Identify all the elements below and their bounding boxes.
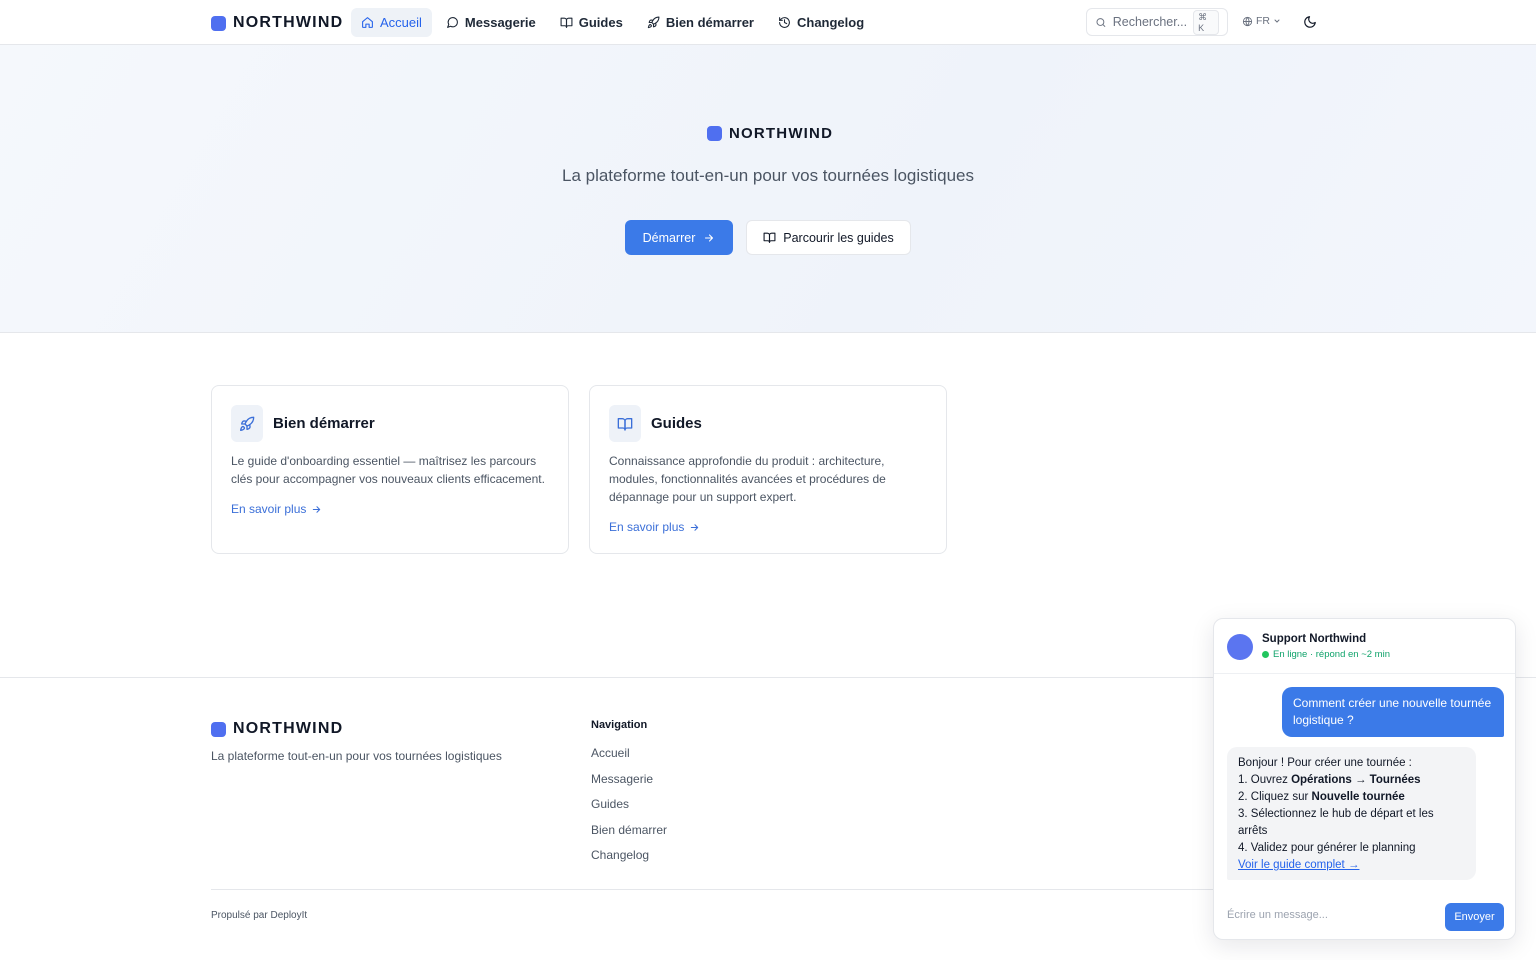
hero-tagline: La plateforme tout-en-un pour vos tourné… bbox=[561, 166, 975, 185]
book-icon bbox=[560, 17, 573, 28]
chat-message-input[interactable]: Écrire un message... bbox=[1227, 909, 1328, 921]
logo-square-icon bbox=[211, 15, 226, 31]
brand-logo[interactable]: NORTHWIND bbox=[211, 14, 343, 32]
send-button[interactable]: Envoyer bbox=[1445, 903, 1504, 931]
browse-guides-label: Parcourir les guides bbox=[783, 230, 894, 245]
brand-name: NORTHWIND bbox=[233, 14, 344, 31]
history-icon bbox=[779, 17, 790, 28]
online-status-dot-icon bbox=[1262, 651, 1269, 658]
bot-step-4: 4. Validez pour générer le planning bbox=[1238, 842, 1416, 854]
nav-label: Bien démarrer bbox=[665, 15, 754, 30]
nav-item-guides[interactable]: Guides bbox=[550, 8, 633, 37]
search-icon bbox=[1096, 17, 1106, 27]
full-guide-link[interactable]: Voir le guide complet → bbox=[1238, 857, 1465, 874]
chat-status: En ligne · répond en ~2 min bbox=[1262, 649, 1390, 660]
user-message-bubble: Comment créer une nouvelle tournée logis… bbox=[1282, 687, 1504, 737]
card-description: Le guide d'onboarding essentiel — maîtri… bbox=[231, 454, 545, 486]
bot-greeting: Bonjour ! Pour créer une tournée : bbox=[1238, 757, 1412, 769]
bot-step-3: 3. Sélectionnez le hub de départ et les bbox=[1238, 808, 1434, 820]
logo-square-icon bbox=[211, 721, 226, 737]
learn-more-link[interactable]: En savoir plus bbox=[231, 502, 322, 516]
search-shortcut-badge: ⌘ K bbox=[1193, 9, 1219, 35]
bot-step-1: 1. Ouvrez Opérations → Tournées bbox=[1238, 774, 1421, 786]
nav-label: Accueil bbox=[380, 15, 422, 30]
footer-nav-heading: Navigation bbox=[591, 719, 648, 731]
hero-brand-name: NORTHWIND bbox=[729, 125, 834, 142]
card-icon-container bbox=[231, 405, 263, 442]
moon-icon[interactable] bbox=[1303, 15, 1317, 29]
main-nav: Accueil Messagerie Guides Bien démarrer … bbox=[351, 8, 874, 37]
language-code: FR bbox=[1256, 15, 1270, 27]
search-input[interactable]: Rechercher... ⌘ K bbox=[1086, 8, 1228, 36]
footer-tagline: La plateforme tout-en-un pour vos tourné… bbox=[211, 749, 502, 763]
footer-brand[interactable]: NORTHWIND bbox=[211, 720, 343, 738]
footer-link-guides[interactable]: Guides bbox=[591, 797, 629, 811]
chat-status-text: En ligne · répond en ~2 min bbox=[1273, 649, 1390, 660]
rocket-icon bbox=[240, 416, 255, 431]
footer-brand-name: NORTHWIND bbox=[233, 720, 344, 737]
footer-divider bbox=[211, 889, 1221, 890]
card-title: Bien démarrer bbox=[273, 415, 375, 432]
hero-section: NORTHWIND La plateforme tout-en-un pour … bbox=[0, 45, 1536, 333]
logo-square-icon bbox=[707, 126, 722, 141]
book-icon bbox=[617, 417, 633, 431]
rocket-icon bbox=[647, 16, 660, 29]
search-placeholder: Rechercher... bbox=[1112, 15, 1188, 29]
nav-label: Messagerie bbox=[464, 15, 536, 30]
powered-by-text: Propulsé par DeployIt bbox=[211, 910, 308, 921]
arrow-right-icon bbox=[691, 523, 699, 531]
footer-link-changelog[interactable]: Changelog bbox=[591, 848, 649, 862]
learn-more-label: En savoir plus bbox=[231, 502, 307, 516]
learn-more-link[interactable]: En savoir plus bbox=[609, 520, 700, 534]
arrow-right-icon bbox=[313, 505, 321, 513]
bot-step-3-cont: arrêts bbox=[1238, 825, 1268, 837]
support-chat-widget: Support Northwind En ligne · répond en ~… bbox=[1213, 618, 1516, 940]
start-button[interactable]: Démarrer bbox=[625, 220, 733, 255]
nav-item-changelog[interactable]: Changelog bbox=[768, 8, 874, 37]
footer-link-accueil[interactable]: Accueil bbox=[591, 746, 630, 760]
bot-message-bubble: Bonjour ! Pour créer une tournée : 1. Ou… bbox=[1227, 747, 1476, 880]
footer-link-messagerie[interactable]: Messagerie bbox=[591, 772, 653, 786]
card-bien-demarrer[interactable]: Bien démarrer Le guide d'onboarding esse… bbox=[211, 385, 569, 554]
start-button-label: Démarrer bbox=[642, 230, 696, 245]
card-icon-container bbox=[609, 405, 641, 442]
nav-item-bien-demarrer[interactable]: Bien démarrer bbox=[637, 8, 764, 37]
chat-agent-name: Support Northwind bbox=[1262, 633, 1367, 645]
browse-guides-button[interactable]: Parcourir les guides bbox=[746, 220, 911, 255]
card-description: Connaissance approfondie du produit : ar… bbox=[609, 454, 886, 504]
card-title: Guides bbox=[651, 415, 702, 432]
learn-more-label: En savoir plus bbox=[609, 520, 685, 534]
chat-bubble-icon bbox=[447, 17, 458, 28]
home-icon bbox=[362, 17, 373, 28]
language-selector[interactable]: FR bbox=[1242, 15, 1281, 27]
avatar bbox=[1227, 634, 1253, 660]
nav-label: Changelog bbox=[796, 15, 865, 30]
top-header: NORTHWIND Accueil Messagerie Guides Bien… bbox=[0, 0, 1536, 45]
chat-header: Support Northwind En ligne · répond en ~… bbox=[1214, 619, 1515, 674]
card-guides[interactable]: Guides Connaissance approfondie du produ… bbox=[589, 385, 947, 554]
bot-step-2: 2. Cliquez sur Nouvelle tournée bbox=[1238, 791, 1405, 803]
footer-link-bien-demarrer[interactable]: Bien démarrer bbox=[591, 823, 667, 837]
book-icon bbox=[763, 232, 776, 243]
hero-brand: NORTHWIND bbox=[707, 125, 833, 142]
arrow-right-icon bbox=[705, 233, 714, 242]
nav-label: Guides bbox=[578, 15, 623, 30]
nav-item-accueil[interactable]: Accueil bbox=[351, 8, 432, 37]
globe-icon bbox=[1242, 16, 1253, 26]
chevron-down-icon bbox=[1274, 19, 1280, 23]
nav-item-messagerie[interactable]: Messagerie bbox=[436, 8, 546, 37]
